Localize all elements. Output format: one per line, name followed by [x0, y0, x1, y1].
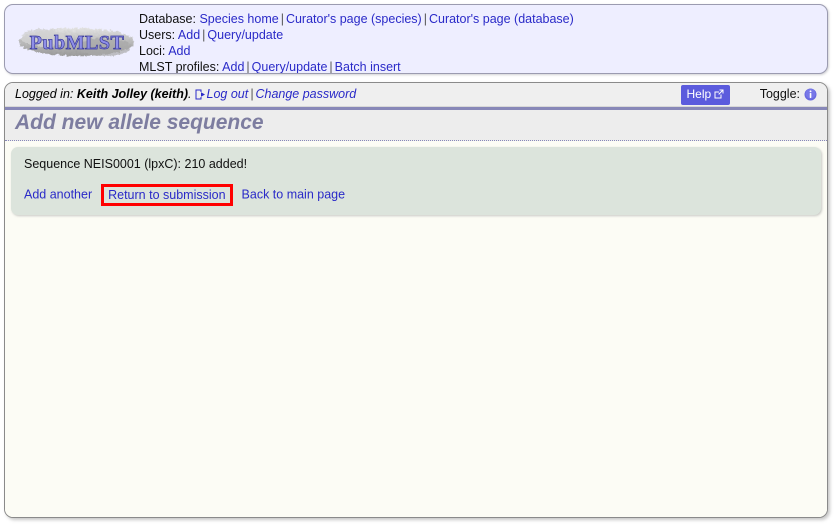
logout-icon[interactable]	[195, 89, 206, 103]
status-message-box: Sequence NEIS0001 (lpxC): 210 added! Add…	[11, 147, 821, 215]
login-status: Logged in: Keith Jolley (keith). Log out |…	[15, 87, 356, 103]
svg-text:PubMLST: PubMLST	[30, 32, 125, 54]
return-to-submission-highlight: Return to submission	[101, 184, 233, 206]
site-header: PubMLST Database: Species home | Curator's…	[4, 4, 828, 74]
page-title: Add new allele sequence	[15, 111, 264, 134]
nav-label-loci: Loci:	[139, 44, 166, 58]
nav-row-users: Users: Add | Query/update	[139, 27, 574, 43]
nav-separator: |	[246, 60, 250, 74]
nav-separator: |	[280, 12, 284, 26]
external-link-icon	[714, 88, 724, 102]
nav-link-curators-page-species[interactable]: Curator's page (species)	[286, 12, 422, 26]
logged-in-username: Keith Jolley (keith)	[76, 87, 189, 101]
nav-link-species-home[interactable]: Species home	[199, 12, 278, 26]
add-another-link[interactable]: Add another	[24, 187, 92, 201]
change-password-link[interactable]: Change password	[255, 87, 356, 101]
toggle-control[interactable]: Toggle:	[760, 87, 817, 104]
nav-label-mlst-profiles: MLST profiles:	[139, 60, 220, 74]
page-title-bar: Add new allele sequence	[5, 107, 827, 141]
login-bar: Logged in: Keith Jolley (keith). Log out |…	[5, 83, 827, 107]
help-button-label: Help	[686, 87, 712, 101]
status-message-text: Sequence NEIS0001 (lpxC): 210 added!	[24, 157, 248, 171]
login-bar-actions: Help Toggle:	[680, 85, 817, 105]
logged-in-label: Logged in:	[15, 87, 74, 101]
pubmlst-logo[interactable]: PubMLST	[13, 22, 141, 62]
nav-link-profiles-query-update[interactable]: Query/update	[252, 60, 328, 73]
nav-row-database: Database: Species home | Curator's page (s…	[139, 11, 574, 27]
nav-row-loci: Loci: Add	[139, 43, 574, 59]
nav-link-profiles-batch-insert[interactable]: Batch insert	[335, 60, 401, 73]
nav-separator: |	[329, 60, 333, 74]
pubmlst-logo-graphic: PubMLST	[19, 28, 135, 56]
info-icon[interactable]	[804, 88, 817, 104]
toggle-label: Toggle:	[759, 86, 800, 101]
main-panel: Logged in: Keith Jolley (keith). Log out |…	[4, 82, 828, 518]
logged-in-suffix: .	[188, 87, 192, 101]
nav-link-users-query-update[interactable]: Query/update	[207, 28, 283, 42]
nav-label-users: Users:	[139, 28, 176, 42]
nav-link-curators-page-database[interactable]: Curator's page (database)	[429, 12, 574, 26]
nav-link-loci-add[interactable]: Add	[168, 44, 190, 58]
logout-link[interactable]: Log out	[207, 87, 249, 101]
status-message-actions: Add another Return to submission Back to m…	[24, 184, 345, 206]
return-to-submission-link[interactable]: Return to submission	[108, 188, 225, 202]
back-to-main-page-link[interactable]: Back to main page	[242, 187, 346, 201]
nav-separator: |	[423, 12, 427, 26]
content-area: Sequence NEIS0001 (lpxC): 210 added! Add…	[5, 141, 827, 517]
nav-link-profiles-add[interactable]: Add	[222, 60, 244, 73]
nav-link-users-add[interactable]: Add	[178, 28, 200, 42]
header-nav: Database: Species home | Curator's page (s…	[139, 11, 574, 74]
help-button[interactable]: Help	[680, 85, 731, 105]
nav-row-mlst-profiles: MLST profiles: Add | Query/update | Batch in…	[139, 59, 574, 74]
nav-label-database: Database:	[139, 12, 196, 26]
